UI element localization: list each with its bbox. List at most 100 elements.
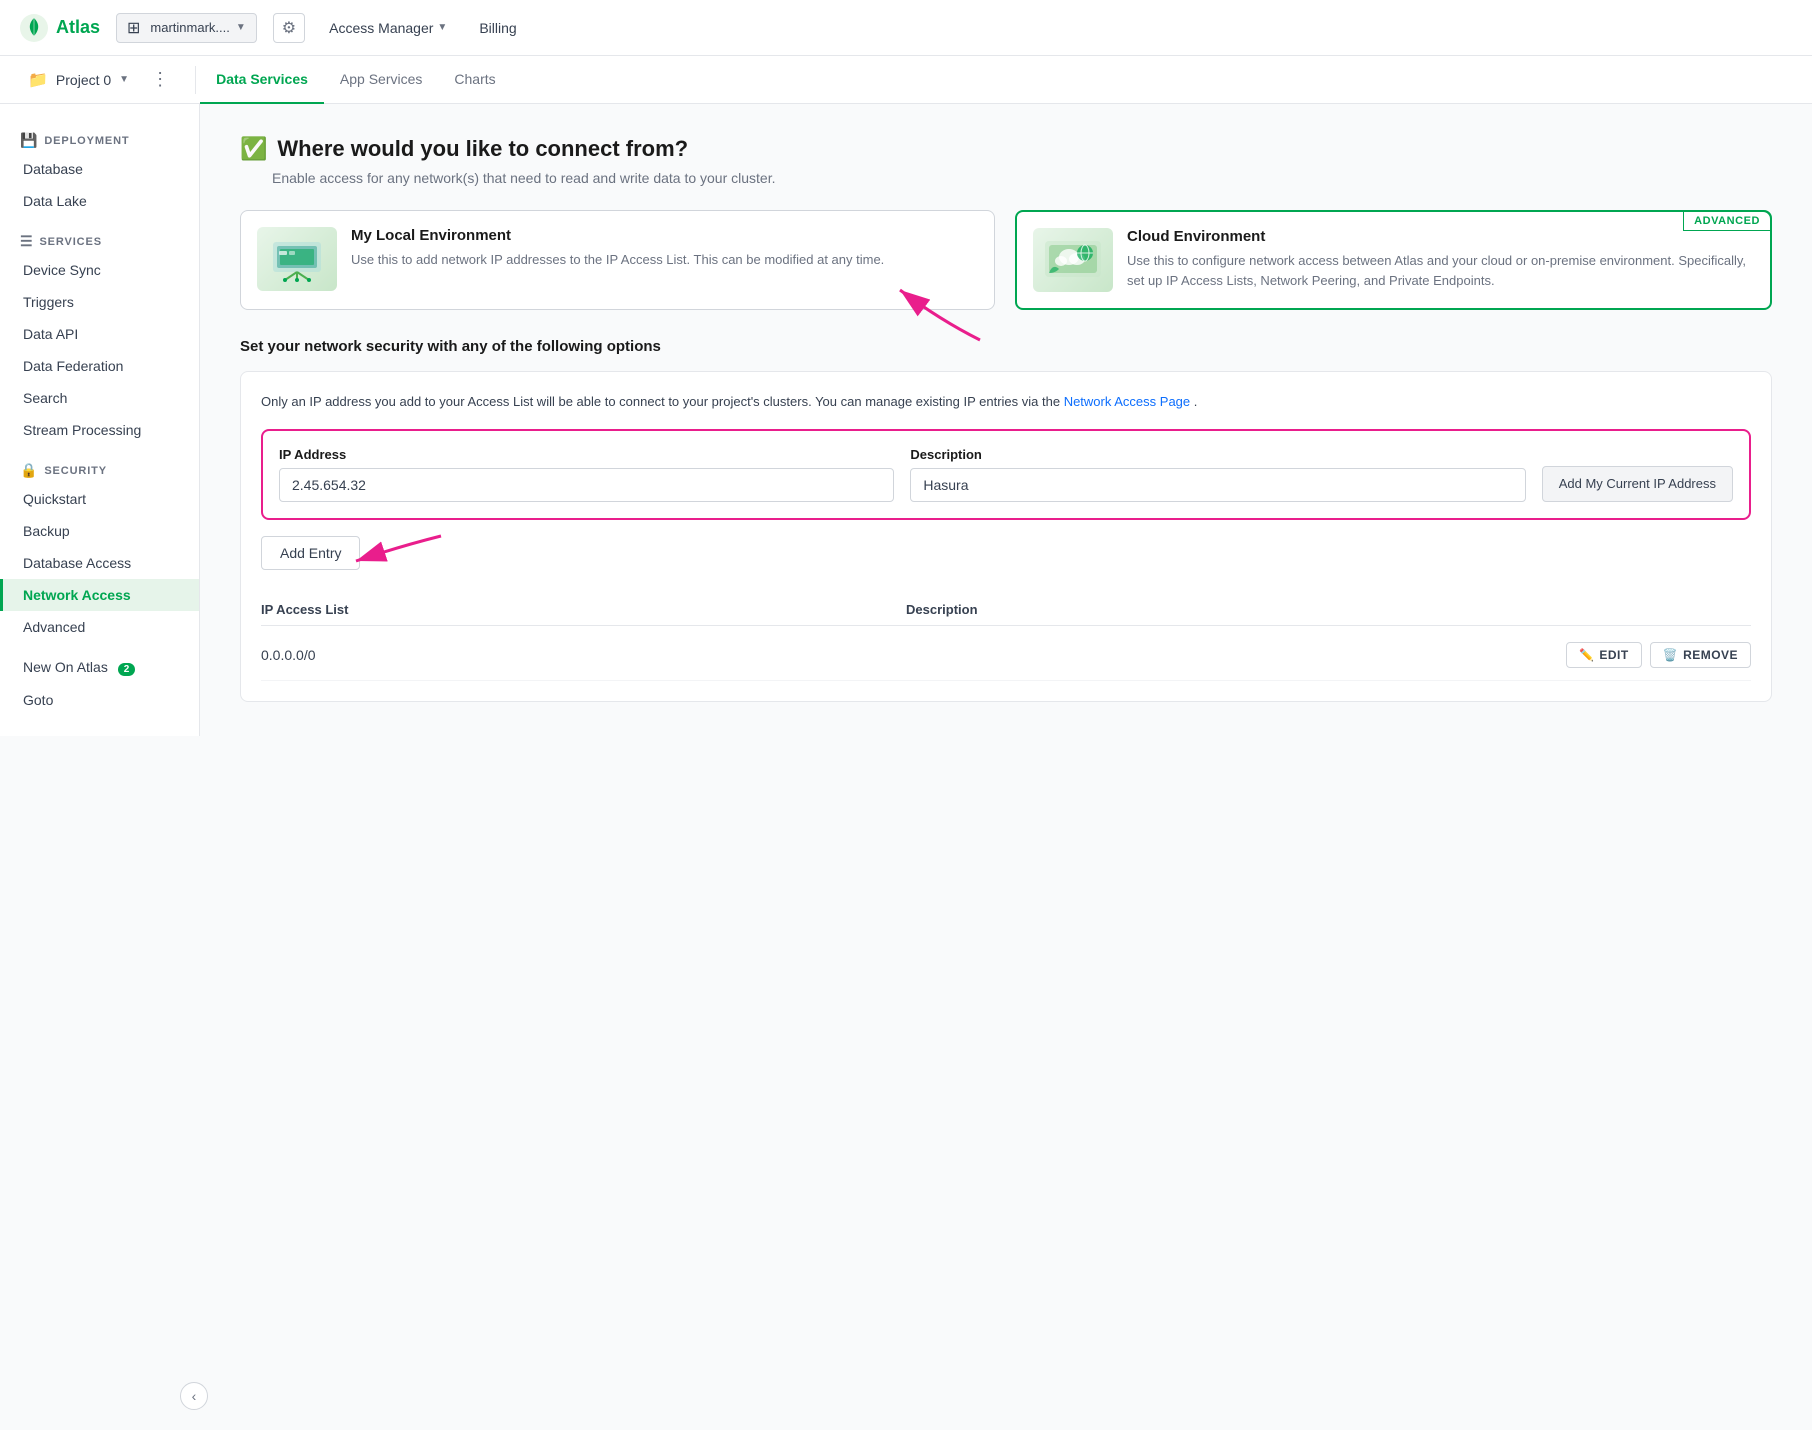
security-desc-text: Only an IP address you add to your Acces…	[261, 394, 1060, 409]
edit-icon: ✏️	[1579, 648, 1594, 662]
billing-link[interactable]: Billing	[471, 16, 524, 40]
edit-button[interactable]: ✏️ EDIT	[1566, 642, 1642, 668]
sidebar-item-stream-processing[interactable]: Stream Processing	[0, 414, 199, 446]
security-section-title: Set your network security with any of th…	[240, 338, 1772, 355]
env-cards-container: My Local Environment Use this to add net…	[240, 210, 1772, 310]
sidebar-item-quickstart[interactable]: Quickstart	[0, 483, 199, 515]
local-env-illustration	[257, 227, 337, 291]
add-entry-button[interactable]: Add Entry	[261, 536, 360, 570]
billing-label: Billing	[479, 20, 516, 36]
services-section-title: ☰ SERVICES	[0, 225, 199, 254]
sidebar-item-device-sync[interactable]: Device Sync	[0, 254, 199, 286]
actions-cell: ✏️ EDIT 🗑️ REMOVE	[1551, 642, 1751, 668]
col-actions-header	[1551, 602, 1751, 617]
description-group: Description	[910, 447, 1525, 502]
brand-logo: Atlas	[20, 14, 100, 42]
tab-app-services[interactable]: App Services	[324, 56, 438, 104]
security-title-label: SECURITY	[44, 465, 107, 477]
services-icon: ☰	[20, 233, 33, 250]
security-section-title: 🔒 SECURITY	[0, 454, 199, 483]
ip-address-label: IP Address	[279, 447, 894, 462]
cloud-env-body: Cloud Environment Use this to configure …	[1127, 228, 1754, 290]
sidebar-wrapper: 💾 DEPLOYMENT Database Data Lake ☰ SERVIC…	[0, 104, 200, 1430]
add-current-ip-button[interactable]: Add My Current IP Address	[1542, 466, 1733, 502]
description-label: Description	[910, 447, 1525, 462]
edit-label: EDIT	[1599, 648, 1628, 662]
cloud-env-title: Cloud Environment	[1127, 228, 1754, 245]
local-env-body: My Local Environment Use this to add net…	[351, 227, 884, 270]
new-on-atlas-badge: 2	[118, 663, 136, 676]
sidebar-item-goto[interactable]: Goto	[0, 684, 199, 716]
access-manager-chevron-icon: ▼	[437, 22, 447, 33]
ip-form-box: IP Address Description Add My Current IP…	[261, 429, 1751, 520]
org-chevron-icon: ▼	[236, 22, 246, 33]
project-menu-button[interactable]: ⋮	[145, 65, 175, 94]
sidebar-item-database-access[interactable]: Database Access	[0, 547, 199, 579]
folder-icon: 📁	[28, 70, 48, 90]
network-access-page-link[interactable]: Network Access Page	[1064, 394, 1190, 409]
cloud-env-svg	[1041, 235, 1105, 285]
sidebar-item-new-on-atlas[interactable]: New On Atlas 2	[0, 651, 199, 684]
tab-charts[interactable]: Charts	[438, 56, 511, 104]
tab-data-services-label: Data Services	[216, 71, 308, 87]
page-header: ✅ Where would you like to connect from?	[240, 136, 1772, 162]
security-description: Only an IP address you add to your Acces…	[261, 392, 1751, 413]
cloud-env-desc: Use this to configure network access bet…	[1127, 251, 1754, 290]
brand-name: Atlas	[56, 17, 100, 38]
access-manager-label: Access Manager	[329, 20, 433, 36]
sidebar-item-search[interactable]: Search	[0, 382, 199, 414]
org-icon: ⊞	[127, 18, 140, 38]
nav-divider	[195, 66, 196, 94]
project-chevron-icon: ▼	[119, 74, 129, 85]
local-env-svg	[265, 234, 329, 284]
sidebar-item-database[interactable]: Database	[0, 153, 199, 185]
local-env-card[interactable]: My Local Environment Use this to add net…	[240, 210, 995, 310]
sidebar-item-backup[interactable]: Backup	[0, 515, 199, 547]
top-nav: Atlas ⊞ martinmark.... ▼ ⚙ Access Manage…	[0, 0, 1812, 56]
ip-address-group: IP Address	[279, 447, 894, 502]
ip-form-row: IP Address Description Add My Current IP…	[279, 447, 1733, 502]
local-env-title: My Local Environment	[351, 227, 884, 244]
tab-app-services-label: App Services	[340, 71, 422, 87]
settings-button[interactable]: ⚙	[273, 13, 305, 43]
project-selector[interactable]: 📁 Project 0 ▼	[20, 66, 137, 94]
sidebar-item-triggers[interactable]: Triggers	[0, 286, 199, 318]
sidebar-item-data-federation[interactable]: Data Federation	[0, 350, 199, 382]
advanced-badge: ADVANCED	[1683, 211, 1771, 231]
col-desc-header: Description	[906, 602, 1551, 617]
access-manager-link[interactable]: Access Manager ▼	[321, 16, 455, 40]
sidebar-item-network-access[interactable]: Network Access	[0, 579, 199, 611]
remove-button[interactable]: 🗑️ REMOVE	[1650, 642, 1751, 668]
deployment-section-title: 💾 DEPLOYMENT	[0, 124, 199, 153]
org-selector[interactable]: ⊞ martinmark.... ▼	[116, 13, 257, 43]
page-title: Where would you like to connect from?	[277, 136, 688, 162]
main-content: ✅ Where would you like to connect from? …	[200, 104, 1812, 1430]
deployment-title-label: DEPLOYMENT	[44, 135, 129, 147]
ip-table-header: IP Access List Description	[261, 594, 1751, 626]
ip-cell: 0.0.0.0/0	[261, 647, 906, 663]
project-name: Project 0	[56, 72, 111, 88]
security-icon: 🔒	[20, 462, 38, 479]
deployment-icon: 💾	[20, 132, 38, 149]
env-cards: My Local Environment Use this to add net…	[240, 210, 1772, 310]
sidebar-item-data-lake[interactable]: Data Lake	[0, 185, 199, 217]
tab-charts-label: Charts	[454, 71, 495, 87]
cloud-env-illustration	[1033, 228, 1113, 292]
cloud-env-card[interactable]: ADVANCED	[1015, 210, 1772, 310]
org-name: martinmark....	[150, 20, 229, 35]
security-desc-period: .	[1194, 394, 1198, 409]
tab-data-services[interactable]: Data Services	[200, 56, 324, 104]
sidebar-collapse-button[interactable]: ‹	[180, 1382, 208, 1410]
local-env-desc: Use this to add network IP addresses to …	[351, 250, 884, 270]
sidebar-item-advanced[interactable]: Advanced	[0, 611, 199, 643]
services-title-label: SERVICES	[39, 236, 101, 248]
ip-address-input[interactable]	[279, 468, 894, 502]
atlas-leaf-icon	[20, 14, 48, 42]
main-layout: 💾 DEPLOYMENT Database Data Lake ☰ SERVIC…	[0, 104, 1812, 1430]
remove-icon: 🗑️	[1663, 648, 1678, 662]
page-subtitle: Enable access for any network(s) that ne…	[272, 170, 1772, 186]
description-input[interactable]	[910, 468, 1525, 502]
check-circle-icon: ✅	[240, 136, 267, 162]
col-ip-header: IP Access List	[261, 602, 906, 617]
sidebar-item-data-api[interactable]: Data API	[0, 318, 199, 350]
